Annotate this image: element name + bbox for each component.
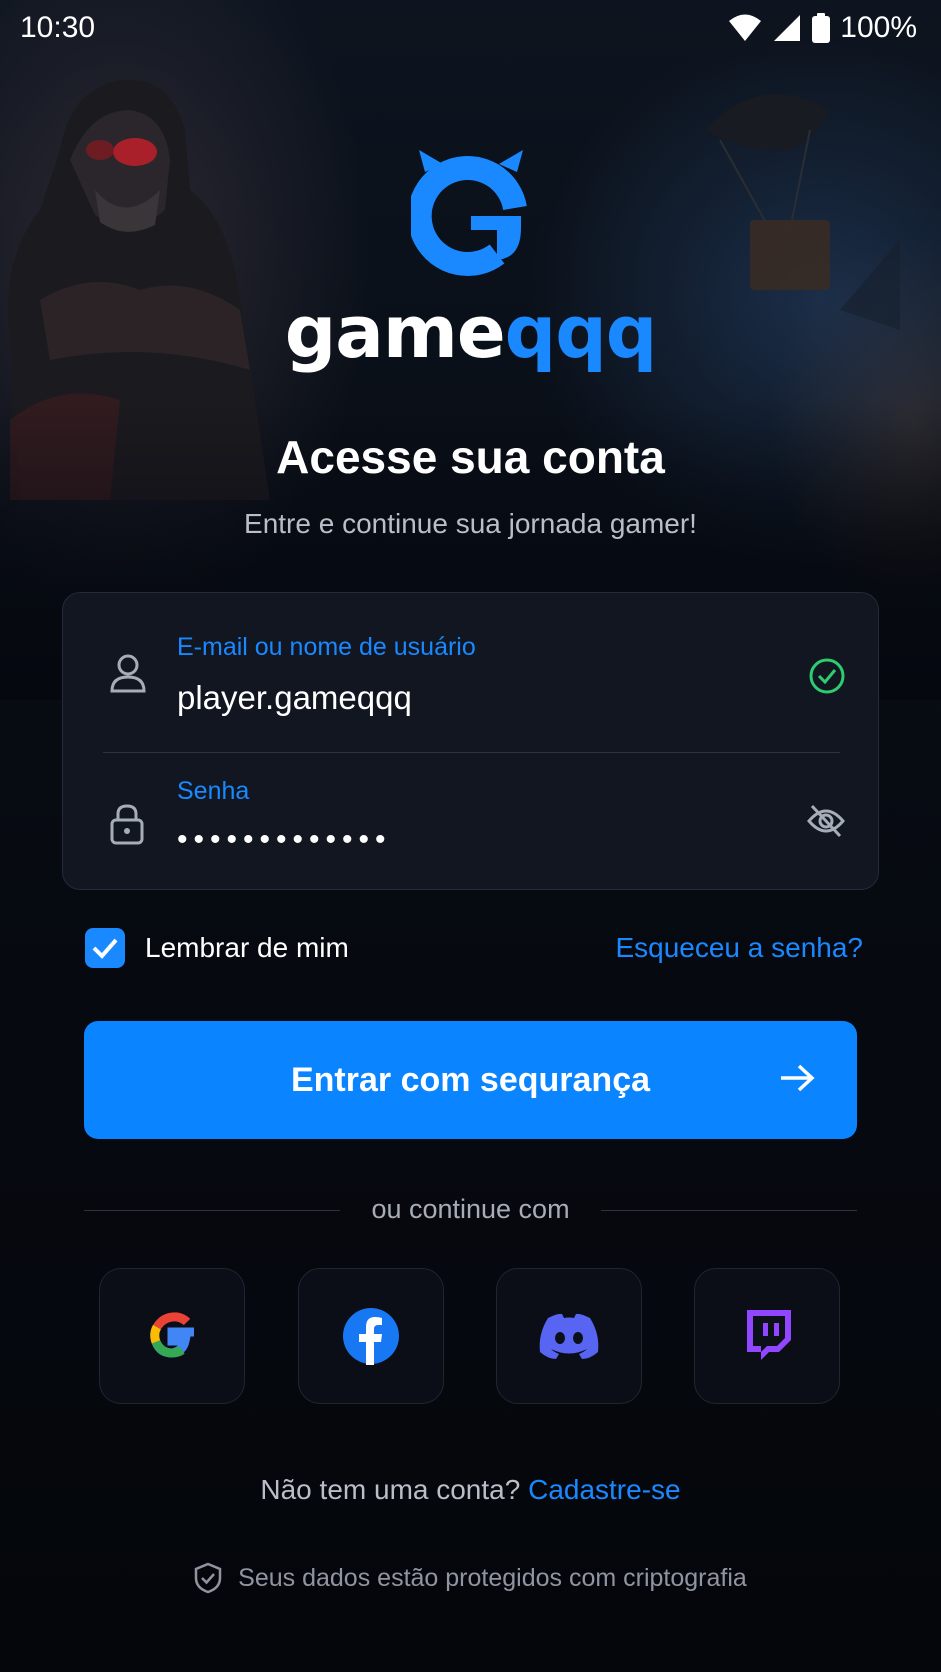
login-button[interactable]: Entrar com sequrança (84, 1021, 857, 1139)
signup-prompt-text: Não tem uma conta? (260, 1474, 521, 1505)
eye-off-icon[interactable] (806, 803, 846, 839)
google-icon (150, 1312, 194, 1358)
discord-icon (539, 1313, 599, 1359)
google-login-button[interactable] (99, 1268, 245, 1404)
status-time: 10:30 (20, 11, 96, 44)
signal-icon (774, 15, 801, 41)
password-label: Senha (177, 777, 250, 805)
checkmark-icon (92, 938, 118, 959)
remember-label[interactable]: Lembrar de mim (145, 932, 349, 964)
email-label: E-mail ou nome de usuário (177, 633, 476, 661)
social-login-buttons (99, 1268, 841, 1406)
facebook-icon (343, 1308, 399, 1365)
password-field[interactable]: Senha ••••••••••••• (63, 743, 878, 891)
form-options: Lembrar de mim Esqueceu a senha? (85, 926, 863, 970)
twitch-login-button[interactable] (694, 1268, 840, 1404)
user-icon (110, 654, 146, 693)
password-input[interactable]: ••••••••••••• (177, 823, 392, 857)
page-subtitle: Entre e continue sua jornada gamer! (244, 508, 697, 539)
forgot-password-link[interactable]: Esqueceu a senha? (615, 932, 863, 964)
shield-check-icon (194, 1562, 222, 1594)
arrow-right-icon (781, 1064, 815, 1092)
wifi-icon (729, 14, 762, 41)
security-note: Seus dados estão protegidos com criptogr… (0, 1562, 941, 1594)
social-divider: ou continue com (84, 1190, 857, 1230)
email-input[interactable]: player.gameqqq (177, 679, 412, 717)
battery-percent: 100% (840, 11, 917, 44)
email-field[interactable]: E-mail ou nome de usuário player.gameqqq (63, 593, 878, 741)
twitch-icon (747, 1310, 791, 1360)
divider-line-right (601, 1210, 857, 1211)
security-note-text: Seus dados estão protegidos com criptogr… (238, 1563, 747, 1592)
battery-icon (812, 13, 831, 43)
brand-logo: gameqqq (0, 150, 941, 374)
signup-prompt: Não tem uma conta? Cadastre-se (0, 1474, 941, 1506)
remember-checkbox[interactable] (85, 928, 125, 968)
status-bar: 10:30 100% (0, 0, 941, 56)
discord-login-button[interactable] (496, 1268, 642, 1404)
lock-icon (110, 804, 144, 845)
gameqqq-logo-icon (410, 150, 527, 276)
brand-wordmark: gameqqq (284, 290, 658, 374)
page-title: Acesse sua conta (276, 431, 665, 483)
check-circle-icon (809, 658, 845, 694)
login-form-card: E-mail ou nome de usuário player.gameqqq… (62, 592, 879, 890)
signup-link[interactable]: Cadastre-se (528, 1474, 681, 1505)
facebook-login-button[interactable] (298, 1268, 444, 1404)
login-button-label: Entrar com sequrança (290, 1060, 651, 1099)
